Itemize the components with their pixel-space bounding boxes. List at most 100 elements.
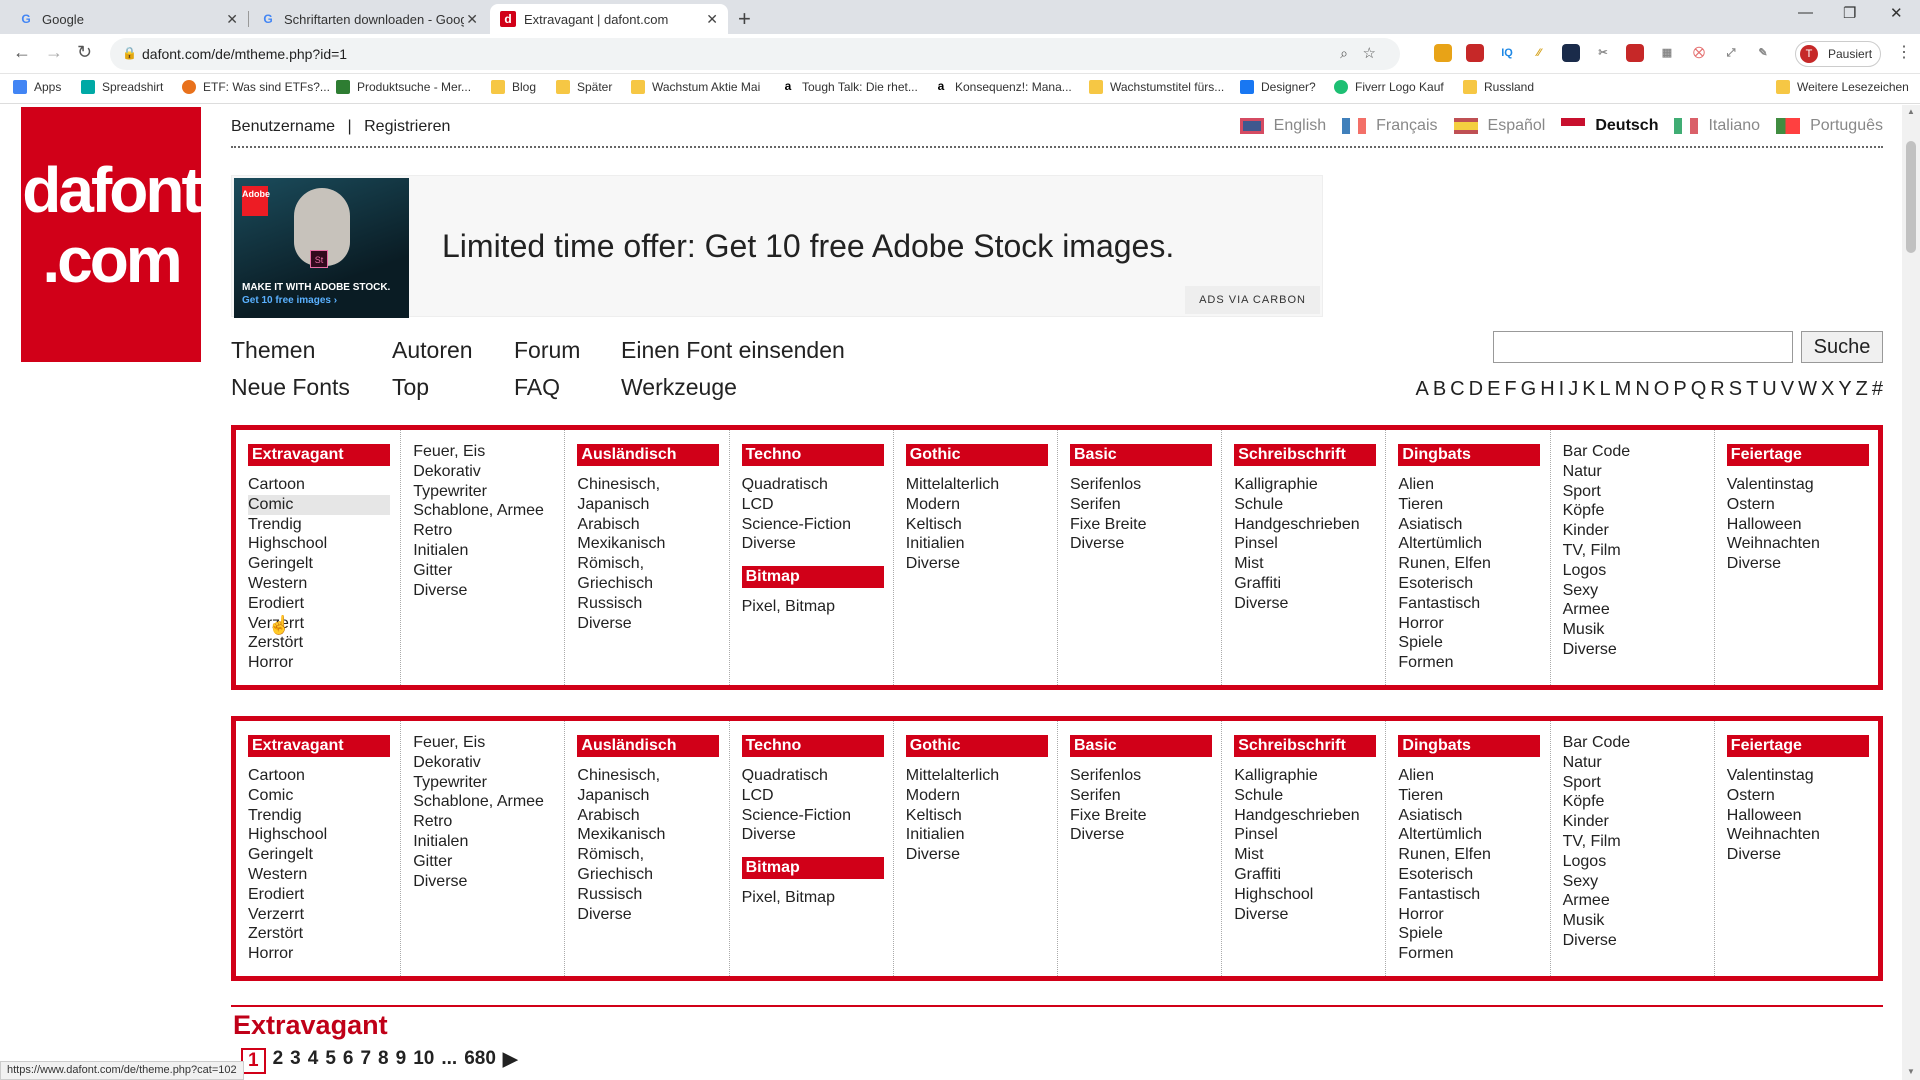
theme-link[interactable]: Diverse (1727, 554, 1869, 574)
page-link[interactable]: 7 (360, 1048, 371, 1074)
theme-link[interactable]: Griechisch (577, 574, 719, 594)
category-header[interactable]: Gothic (905, 735, 1048, 757)
theme-link[interactable]: Ostern (1727, 495, 1869, 515)
theme-link[interactable]: Highschool (248, 825, 390, 845)
tab-google[interactable]: G Google ✕ (8, 4, 249, 34)
page-link[interactable]: 9 (396, 1048, 407, 1074)
theme-link[interactable]: Pixel, Bitmap (742, 888, 884, 908)
theme-link[interactable]: Diverse (1070, 534, 1212, 554)
theme-link[interactable]: Sport (1563, 773, 1705, 793)
category-header[interactable]: Extravagant (248, 444, 390, 466)
category-header[interactable]: Basic (1070, 444, 1212, 466)
theme-link[interactable]: Modern (906, 786, 1048, 806)
theme-link[interactable]: Diverse (1727, 845, 1869, 865)
theme-link[interactable]: Highschool (1234, 885, 1376, 905)
theme-link[interactable]: Bar Code (1563, 442, 1705, 462)
star-icon[interactable]: ☆ (1363, 44, 1376, 62)
restore-icon[interactable]: ❐ (1843, 4, 1856, 22)
alphabet-letter-a[interactable]: A (1415, 378, 1428, 401)
extension-icon[interactable] (1466, 44, 1484, 62)
theme-link[interactable]: Horror (248, 944, 390, 964)
nav-neue-fonts[interactable]: Neue Fonts (231, 374, 350, 401)
theme-link[interactable]: Tieren (1398, 786, 1540, 806)
nav-autoren[interactable]: Autoren (392, 337, 473, 364)
theme-link[interactable]: Dekorativ (413, 753, 555, 773)
alphabet-letter-m[interactable]: M (1615, 378, 1632, 401)
register-link[interactable]: Registrieren (364, 118, 450, 135)
theme-link[interactable]: Spiele (1398, 633, 1540, 653)
category-header[interactable]: Feiertage (1726, 735, 1869, 757)
theme-link[interactable]: Formen (1398, 944, 1540, 964)
alphabet-letter-u[interactable]: U (1762, 378, 1776, 401)
theme-link[interactable]: Zerstört (248, 633, 390, 653)
page-link[interactable]: 680 (464, 1048, 496, 1074)
category-header[interactable]: Dingbats (1398, 444, 1541, 466)
theme-link[interactable]: Cartoon (248, 766, 390, 786)
theme-link[interactable]: Logos (1563, 852, 1705, 872)
alphabet-letter-h[interactable]: H (1540, 378, 1554, 401)
theme-link[interactable]: Diverse (413, 581, 555, 601)
theme-link[interactable]: Sexy (1563, 581, 1705, 601)
lang-espanol[interactable]: Español (1453, 117, 1545, 135)
bookmark-spaeter[interactable]: Später (556, 80, 612, 94)
theme-link[interactable]: Halloween (1727, 806, 1869, 826)
category-header[interactable]: Gothic (905, 444, 1048, 466)
theme-link[interactable]: Esoterisch (1398, 865, 1540, 885)
theme-link[interactable]: Sport (1563, 482, 1705, 502)
theme-link[interactable]: Diverse (742, 534, 884, 554)
theme-link[interactable]: Natur (1563, 462, 1705, 482)
theme-link[interactable]: Diverse (577, 614, 719, 634)
theme-link[interactable]: Valentinstag (1727, 766, 1869, 786)
page-link[interactable]: 6 (343, 1048, 354, 1074)
theme-link[interactable]: TV, Film (1563, 832, 1705, 852)
theme-link[interactable]: Handgeschrieben (1234, 515, 1376, 535)
category-header[interactable]: Ausländisch (577, 735, 720, 757)
theme-link[interactable]: Dekorativ (413, 462, 555, 482)
theme-link[interactable]: Musik (1563, 620, 1705, 640)
theme-link[interactable]: LCD (742, 786, 884, 806)
theme-link[interactable]: Pinsel (1234, 825, 1376, 845)
alphabet-letter-i[interactable]: I (1559, 378, 1565, 401)
theme-link[interactable]: Köpfe (1563, 792, 1705, 812)
theme-link[interactable]: Altertümlich (1398, 825, 1540, 845)
category-header[interactable]: Feiertage (1726, 444, 1869, 466)
ad-image[interactable]: Adobe St MAKE IT WITH ADOBE STOCK. Get 1… (234, 178, 409, 318)
theme-link[interactable]: Bar Code (1563, 733, 1705, 753)
theme-link[interactable]: Kalligraphie (1234, 766, 1376, 786)
extension-expand-icon[interactable]: ⤢ (1722, 44, 1740, 62)
theme-link[interactable]: Kalligraphie (1234, 475, 1376, 495)
alphabet-letter-n[interactable]: N (1635, 378, 1649, 401)
theme-link[interactable]: Pinsel (1234, 534, 1376, 554)
theme-link[interactable]: Mexikanisch (577, 825, 719, 845)
theme-link[interactable]: Modern (906, 495, 1048, 515)
theme-link[interactable]: Diverse (1070, 825, 1212, 845)
close-icon[interactable]: ✕ (466, 11, 478, 28)
theme-link[interactable]: Initialen (413, 832, 555, 852)
alphabet-letter-d[interactable]: D (1469, 378, 1483, 401)
theme-link[interactable]: Russisch (577, 594, 719, 614)
theme-link[interactable]: Horror (1398, 614, 1540, 634)
category-header[interactable]: Basic (1070, 735, 1212, 757)
theme-link[interactable]: Asiatisch (1398, 515, 1540, 535)
extension-icon[interactable] (1562, 44, 1580, 62)
category-header[interactable]: Schreibschrift (1234, 735, 1377, 757)
theme-link[interactable]: Feuer, Eis (413, 442, 555, 462)
page-link[interactable]: 8 (378, 1048, 389, 1074)
theme-link[interactable]: Weihnachten (1727, 825, 1869, 845)
theme-link[interactable]: Halloween (1727, 515, 1869, 535)
scroll-up-icon[interactable]: ▲ (1907, 107, 1915, 116)
theme-link[interactable]: Weihnachten (1727, 534, 1869, 554)
scrollbar[interactable]: ▲ ▼ (1902, 105, 1920, 1080)
theme-link[interactable]: Serifen (1070, 495, 1212, 515)
lang-francais[interactable]: Français (1342, 117, 1438, 135)
bookmark-blog[interactable]: Blog (491, 80, 536, 94)
theme-link[interactable]: Alien (1398, 475, 1540, 495)
theme-link[interactable]: Griechisch (577, 865, 719, 885)
alphabet-letter-q[interactable]: Q (1691, 378, 1707, 401)
close-icon[interactable]: ✕ (226, 11, 238, 28)
theme-link[interactable]: Comic (248, 494, 390, 515)
lang-italiano[interactable]: Italiano (1674, 117, 1760, 135)
theme-link[interactable]: Schablone, Armee (413, 501, 555, 521)
theme-link[interactable]: Geringelt (248, 554, 390, 574)
theme-link[interactable]: Erodiert (248, 885, 390, 905)
